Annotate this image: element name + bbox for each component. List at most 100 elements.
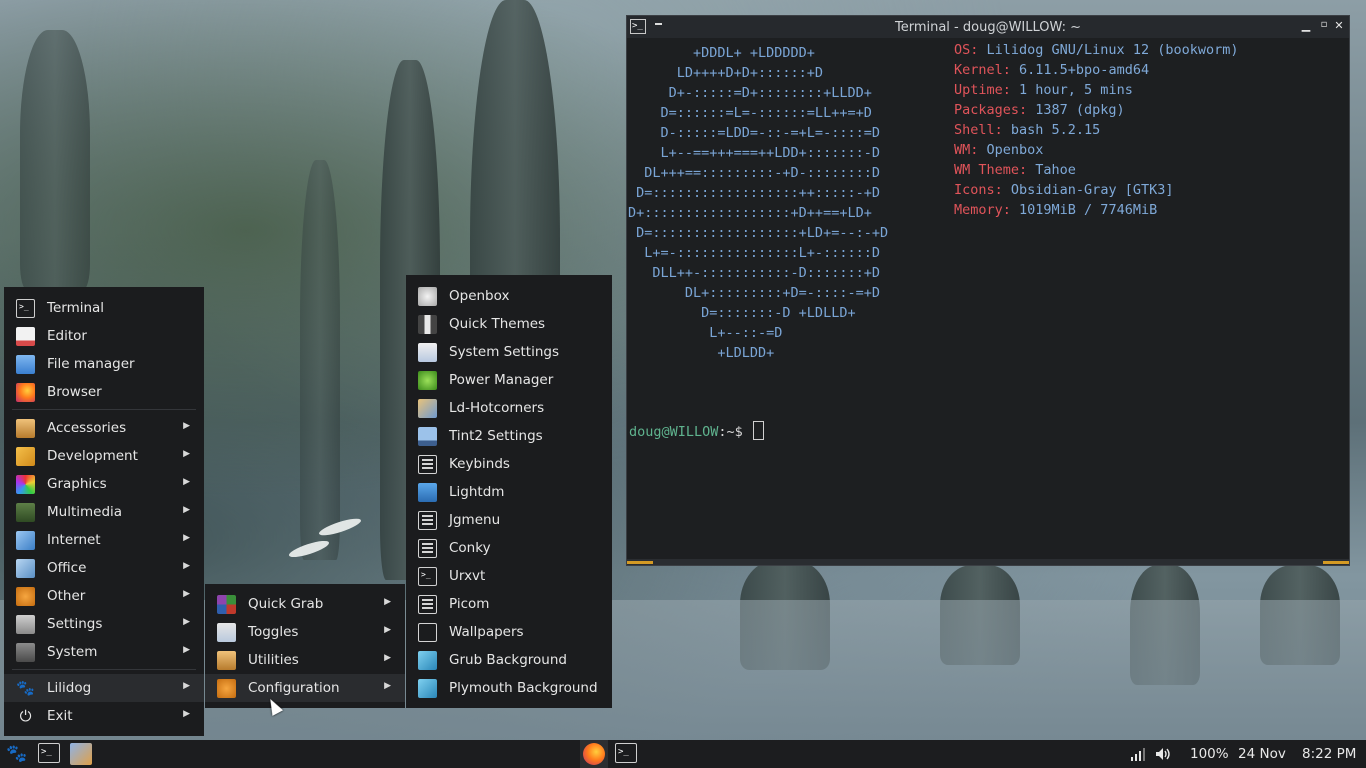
menu-item-plymouth-background[interactable]: Plymouth Background <box>406 674 612 702</box>
menu-item-accessories[interactable]: Accessories ▶ <box>4 414 204 442</box>
menu-item-tint2-settings[interactable]: Tint2 Settings <box>406 422 612 450</box>
openbox-icon <box>418 287 437 306</box>
settings-icon <box>16 615 35 634</box>
clock[interactable]: 8:22 PM <box>1302 746 1356 762</box>
menu-item-configuration[interactable]: Configuration ▶ <box>205 674 405 702</box>
menu-item-wallpapers[interactable]: Wallpapers <box>406 618 612 646</box>
menu-item-system[interactable]: System ▶ <box>4 638 204 666</box>
menu-item-utilities[interactable]: Utilities ▶ <box>205 646 405 674</box>
menu-item-terminal[interactable]: >_ Terminal <box>4 294 204 322</box>
info-row: Icons: Obsidian-Gray [GTK3] <box>954 180 1238 200</box>
volume-icon[interactable] <box>1154 743 1172 765</box>
window-resize-border[interactable] <box>627 559 1349 565</box>
ascii-line: DLL++-:::::::::::-D:::::::+D <box>628 265 880 281</box>
menu-item-label: Quick Themes <box>449 316 546 332</box>
menu-item-quick-themes[interactable]: Quick Themes <box>406 310 612 338</box>
submenu-arrow-icon: ▶ <box>183 645 190 655</box>
menu-item-browser[interactable]: Browser <box>4 378 204 406</box>
info-value: Lilidog GNU/Linux 12 (bookworm) <box>978 42 1239 58</box>
resize-grip-left[interactable] <box>627 561 653 564</box>
resize-grip-right[interactable] <box>1323 561 1349 564</box>
maximize-button[interactable]: ▫ <box>1317 19 1331 30</box>
minimize-button[interactable]: ▁ <box>1299 19 1313 32</box>
menu-item-power-manager[interactable]: Power Manager <box>406 366 612 394</box>
info-value: 1387 (dpkg) <box>1027 102 1125 118</box>
menu-item-label: Toggles <box>248 624 299 640</box>
menu-item-internet[interactable]: Internet ▶ <box>4 526 204 554</box>
menu-item-file-manager[interactable]: File manager <box>4 350 204 378</box>
hotcorners-icon <box>418 399 437 418</box>
terminal-launcher-icon[interactable]: >_ <box>38 743 60 763</box>
info-row: Kernel: 6.11.5+bpo-amd64 <box>954 60 1238 80</box>
menu-item-urxvt[interactable]: >_ Urxvt <box>406 562 612 590</box>
info-row: WM Theme: Tahoe <box>954 160 1238 180</box>
text-file-icon <box>418 595 437 614</box>
terminal-task-icon[interactable]: >_ <box>615 743 637 763</box>
menu-item-ld-hotcorners[interactable]: Ld-Hotcorners <box>406 394 612 422</box>
menu-item-label: Ld-Hotcorners <box>449 400 545 416</box>
power-icon: ⏻ <box>19 707 32 725</box>
menu-item-exit[interactable]: ⏻ Exit ▶ <box>4 702 204 730</box>
paw-icon[interactable]: 🐾 <box>6 743 28 765</box>
submenu-arrow-icon: ▶ <box>183 709 190 719</box>
submenu-arrow-icon: ▶ <box>183 505 190 515</box>
menu-item-editor[interactable]: Editor <box>4 322 204 350</box>
menu-item-conky[interactable]: Conky <box>406 534 612 562</box>
terminal-output[interactable]: +DDDL+ +LDDDDD+ LD++++D+D+::::::+D D+-::… <box>628 39 1348 559</box>
volume-level[interactable]: 100% <box>1190 746 1229 762</box>
ascii-line: D-:::::=LDD=-::-=+L=-::::=D <box>628 125 880 141</box>
image-icon <box>418 679 437 698</box>
info-value: bash 5.2.15 <box>1002 122 1101 138</box>
info-key: Memory: <box>954 202 1011 218</box>
ascii-line: DL+++==:::::::::-+D-::::::::D <box>628 165 880 181</box>
ascii-line: L+--==+++===++LDD+:::::::-D <box>628 145 880 161</box>
menu-item-openbox[interactable]: Openbox <box>406 282 612 310</box>
ascii-line: L+=-:::::::::::::::L+-::::::D <box>628 245 880 261</box>
info-key: WM Theme: <box>954 162 1028 178</box>
close-button[interactable]: ✕ <box>1332 19 1346 32</box>
internet-icon <box>16 531 35 550</box>
wallpapers-icon <box>418 623 437 642</box>
menu-separator <box>12 669 196 670</box>
menu-item-label: Utilities <box>248 652 299 668</box>
info-key: OS: <box>954 42 979 58</box>
terminal-titlebar[interactable]: >_ Terminal - doug@WILLOW: ~ ▁ ▫ ✕ <box>627 16 1349 38</box>
date[interactable]: 24 Nov <box>1238 746 1286 762</box>
menu-item-jgmenu[interactable]: Jgmenu <box>406 506 612 534</box>
menu-item-lightdm[interactable]: Lightdm <box>406 478 612 506</box>
menu-item-grub-background[interactable]: Grub Background <box>406 646 612 674</box>
system-monitor-icon[interactable] <box>70 743 92 765</box>
menu-separator <box>12 409 196 410</box>
menu-item-picom[interactable]: Picom <box>406 590 612 618</box>
submenu-arrow-icon: ▶ <box>384 597 391 607</box>
menu-item-label: System <box>47 644 98 660</box>
neofetch-info: OS: Lilidog GNU/Linux 12 (bookworm) Kerne… <box>954 40 1238 220</box>
menu-item-lilidog[interactable]: 🐾 Lilidog ▶ <box>4 674 204 702</box>
menu-item-office[interactable]: Office ▶ <box>4 554 204 582</box>
menu-item-system-settings[interactable]: System Settings <box>406 338 612 366</box>
menu-item-development[interactable]: Development ▶ <box>4 442 204 470</box>
menu-item-keybinds[interactable]: Keybinds <box>406 450 612 478</box>
paw-icon: 🐾 <box>16 679 35 697</box>
terminal-icon[interactable]: >_ <box>630 19 646 34</box>
menu-item-graphics[interactable]: Graphics ▶ <box>4 470 204 498</box>
info-key: Packages: <box>954 102 1028 118</box>
menu-item-other[interactable]: Other ▶ <box>4 582 204 610</box>
info-value: Tahoe <box>1027 162 1076 178</box>
shell-prompt[interactable]: doug@WILLOW:~$ <box>629 421 764 442</box>
shade-button[interactable] <box>655 23 662 25</box>
utilities-icon <box>217 651 236 670</box>
menu-item-label: Graphics <box>47 476 107 492</box>
menu-item-toggles[interactable]: Toggles ▶ <box>205 618 405 646</box>
menu-item-multimedia[interactable]: Multimedia ▶ <box>4 498 204 526</box>
signal-icon[interactable] <box>1130 743 1146 765</box>
firefox-task[interactable] <box>580 740 608 768</box>
submenu-arrow-icon: ▶ <box>183 681 190 691</box>
system-icon <box>16 643 35 662</box>
menu-item-label: Grub Background <box>449 652 567 668</box>
terminal-window[interactable]: >_ Terminal - doug@WILLOW: ~ ▁ ▫ ✕ +DDDL… <box>626 15 1350 566</box>
toggles-icon <box>217 623 236 642</box>
firefox-icon <box>583 743 605 765</box>
menu-item-settings[interactable]: Settings ▶ <box>4 610 204 638</box>
menu-item-quick-grab[interactable]: Quick Grab ▶ <box>205 590 405 618</box>
